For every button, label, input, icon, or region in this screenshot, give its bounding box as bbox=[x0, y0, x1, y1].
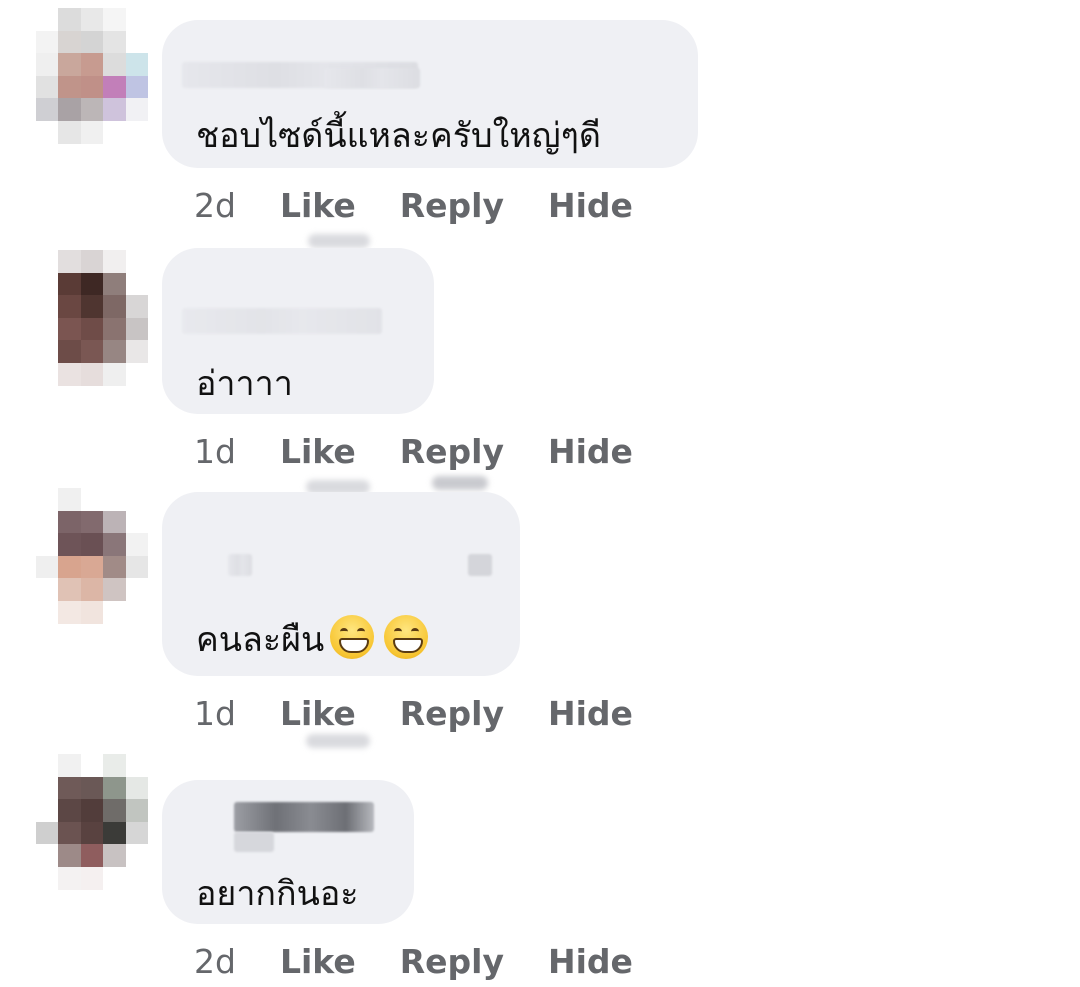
like-button[interactable]: Like bbox=[280, 694, 356, 733]
grinning-face-icon bbox=[330, 615, 375, 659]
reply-button[interactable]: Reply bbox=[400, 186, 504, 225]
comment-actions: 2d Like Reply Hide bbox=[194, 186, 633, 225]
comment-text: อ่าาาา bbox=[196, 364, 293, 404]
comment-timestamp[interactable]: 1d bbox=[194, 694, 236, 733]
author-name-redacted bbox=[234, 802, 374, 832]
author-name-redacted bbox=[182, 308, 382, 334]
avatar[interactable] bbox=[36, 754, 148, 890]
redaction-smudge bbox=[306, 734, 370, 748]
like-button[interactable]: Like bbox=[280, 186, 356, 225]
reply-button[interactable]: Reply bbox=[400, 942, 504, 981]
hide-button[interactable]: Hide bbox=[548, 942, 633, 981]
comment-actions: 1d Like Reply Hide bbox=[194, 432, 633, 471]
comment-text: คนละผืน bbox=[196, 612, 429, 666]
reply-button[interactable]: Reply bbox=[400, 694, 504, 733]
author-name-redacted bbox=[234, 832, 274, 852]
comment-bubble: อยากกินอะ bbox=[162, 780, 414, 924]
avatar[interactable] bbox=[36, 8, 148, 144]
avatar[interactable] bbox=[36, 488, 148, 624]
hide-button[interactable]: Hide bbox=[548, 186, 633, 225]
like-button[interactable]: Like bbox=[280, 942, 356, 981]
author-name-redacted bbox=[468, 554, 492, 576]
comment-bubble: คนละผืน bbox=[162, 492, 520, 676]
reply-button[interactable]: Reply bbox=[400, 432, 504, 471]
author-name-redacted bbox=[324, 68, 420, 88]
comment-text-body: คนละผืน bbox=[196, 620, 325, 660]
author-name-redacted bbox=[228, 554, 252, 576]
comment-actions: 2d Like Reply Hide bbox=[194, 942, 633, 981]
comment-text: อยากกินอะ bbox=[196, 874, 359, 914]
like-button[interactable]: Like bbox=[280, 432, 356, 471]
avatar[interactable] bbox=[36, 250, 148, 386]
comment-text: ชอบไซด์นี้แหละครับใหญ่ๆดี bbox=[196, 116, 601, 156]
comment-actions: 1d Like Reply Hide bbox=[194, 694, 633, 733]
comment-timestamp[interactable]: 2d bbox=[194, 186, 236, 225]
grinning-face-icon bbox=[384, 615, 429, 659]
hide-button[interactable]: Hide bbox=[548, 694, 633, 733]
hide-button[interactable]: Hide bbox=[548, 432, 633, 471]
comment-timestamp[interactable]: 2d bbox=[194, 942, 236, 981]
comment-bubble: อ่าาาา bbox=[162, 248, 434, 414]
comment-timestamp[interactable]: 1d bbox=[194, 432, 236, 471]
comment-bubble: ชอบไซด์นี้แหละครับใหญ่ๆดี bbox=[162, 20, 698, 168]
redaction-smudge bbox=[308, 234, 370, 248]
redaction-smudge bbox=[432, 476, 488, 490]
